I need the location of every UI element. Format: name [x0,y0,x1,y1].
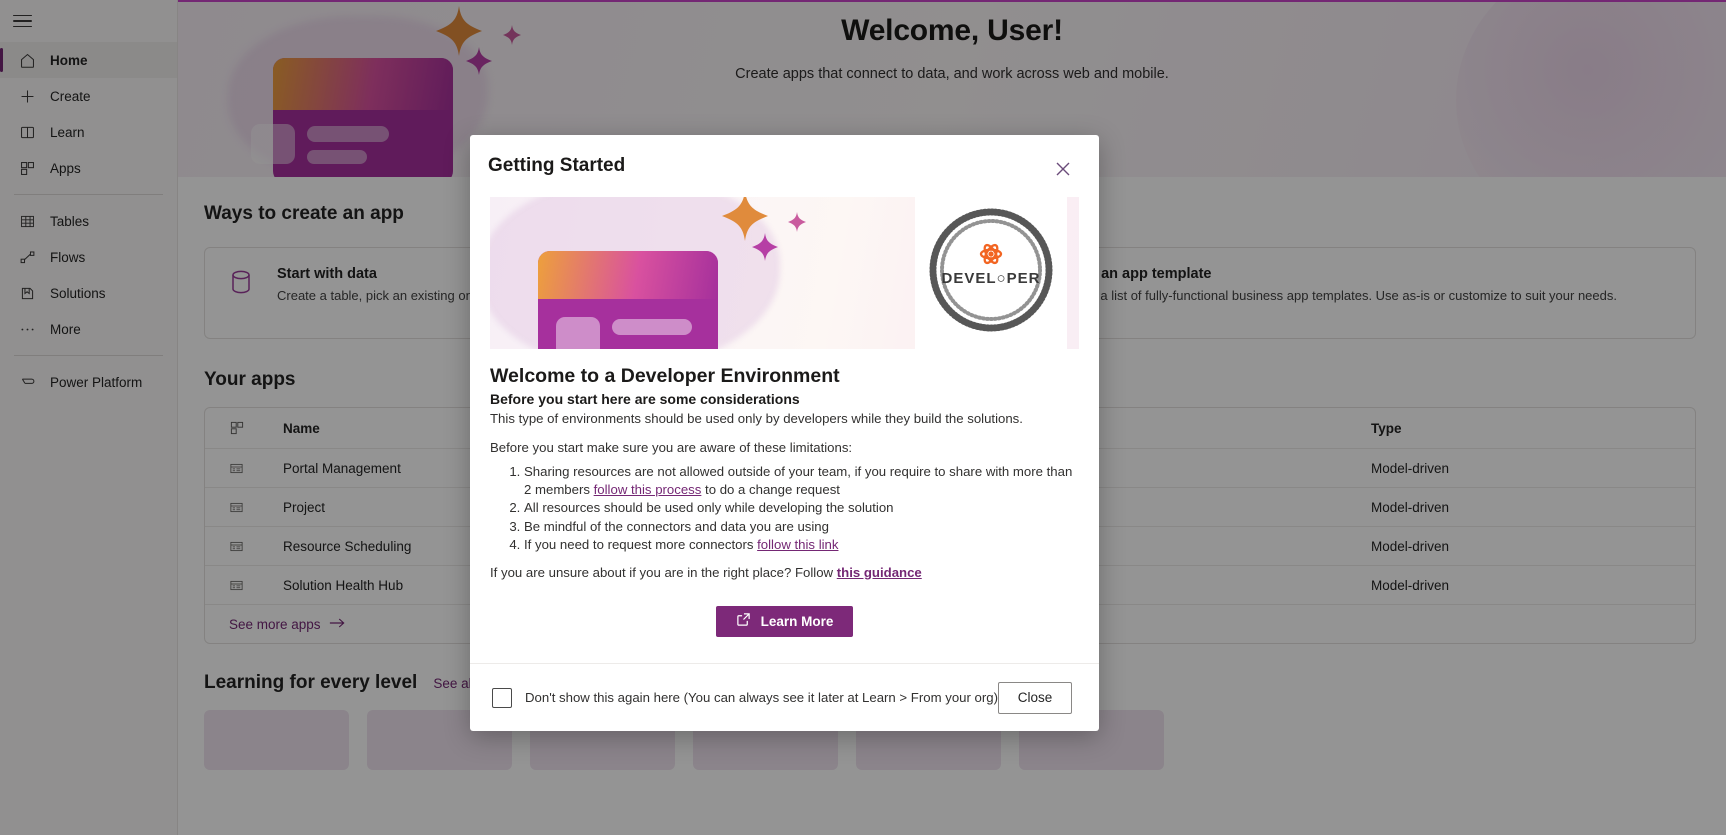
dialog-intro-text: This type of environments should be used… [490,411,1023,426]
learn-more-button-row: Learn More [490,605,1079,637]
getting-started-dialog: Getting Started DEVEL○PER Welcome to a D… [470,135,1099,731]
sparkle-small-icon [788,212,806,232]
limitation-text: If you need to request more connectors [524,537,758,552]
checkbox-label: Don't show this again here (You can alwa… [525,690,998,705]
dialog-heading: Welcome to a Developer Environment [490,365,840,387]
dialog-body: DEVEL○PER Welcome to a Developer Environ… [470,183,1099,663]
dialog-subheading: Before you start here are some considera… [490,391,800,407]
sparkle-medium-icon [752,233,778,261]
limitation-text: Be mindful of the connectors and data yo… [524,518,829,534]
limitation-text-tail: to do a change request [701,481,840,497]
guidance-line: If you are unsure about if you are in th… [490,565,1079,580]
developer-badge-text: DEVEL○PER [942,270,1041,287]
list-item: Be mindful of the connectors and data yo… [524,518,1079,536]
dialog-header: Getting Started [470,135,1099,183]
follow-this-process-link[interactable]: follow this process [594,482,702,497]
list-item: All resources should be used only while … [524,499,1079,517]
learn-more-button[interactable]: Learn More [715,605,854,637]
dialog-banner-image: DEVEL○PER [490,197,1079,349]
dialog-limitations-intro: Before you start make sure you are aware… [490,440,853,455]
list-item: Sharing resources are not allowed outsid… [524,463,1079,498]
checkbox-box[interactable] [492,687,512,708]
learn-more-label: Learn More [760,613,834,629]
follow-this-link-link[interactable]: follow this link [757,537,838,552]
limitations-list: Sharing resources are not allowed outsid… [524,463,1079,554]
developer-badge: DEVEL○PER [915,197,1067,349]
accent-top-line [178,0,1726,2]
limitation-text: All resources should be used only while … [524,500,894,515]
this-guidance-link[interactable]: this guidance [837,565,922,580]
dialog-footer: Don't show this again here (You can alwa… [470,663,1099,731]
dont-show-again-checkbox[interactable]: Don't show this again here (You can alwa… [492,687,998,708]
dialog-title: Getting Started [488,155,626,176]
close-icon[interactable] [1049,155,1077,183]
app-root: Home Create Learn Apps Tables Flows Solu… [0,0,1726,835]
external-link-icon [736,612,751,630]
guidance-text: If you are unsure about if you are in th… [490,564,837,580]
list-item: If you need to request more connectors f… [524,536,1079,554]
close-button[interactable]: Close [998,681,1072,714]
